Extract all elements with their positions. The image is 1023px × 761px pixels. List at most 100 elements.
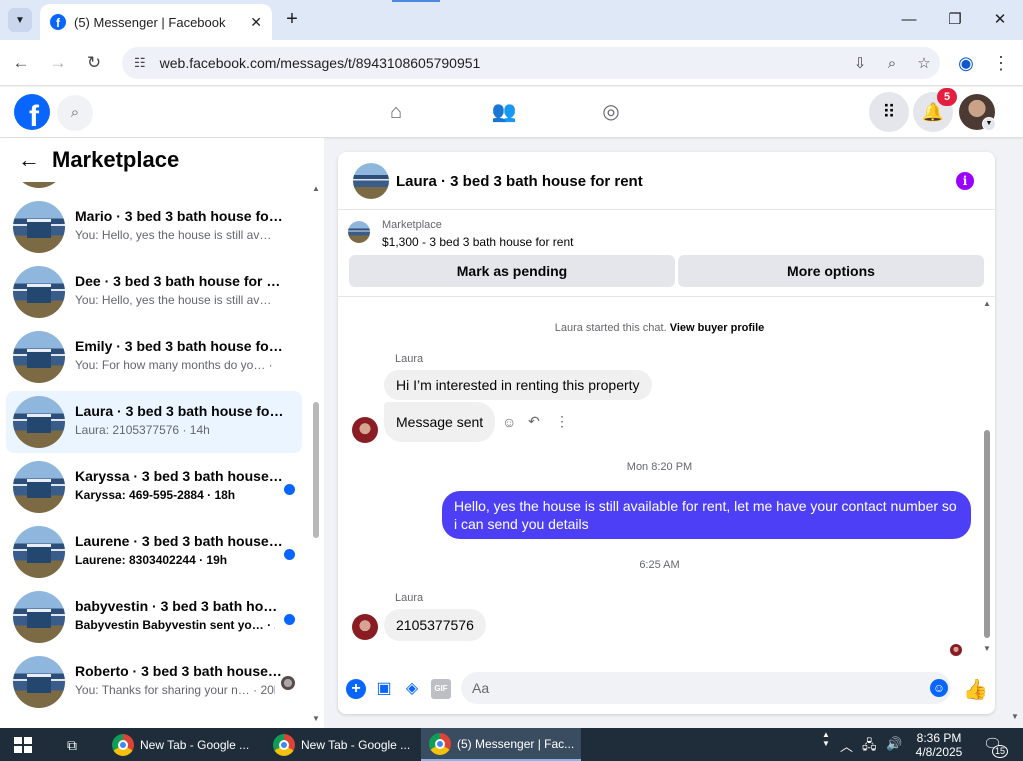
tab-title: (5) Messenger | Facebook: [74, 14, 226, 30]
scroll-down-icon[interactable]: ▼: [983, 644, 991, 653]
forward-icon[interactable]: →: [45, 50, 71, 76]
listing-avatar[interactable]: [353, 163, 389, 199]
chat-scrollbar[interactable]: ▲ ▼: [982, 299, 992, 658]
more-actions-plus-icon[interactable]: +: [346, 679, 366, 699]
conversation-item[interactable]: babyvestin · 3 bed 3 bath house for rent…: [6, 586, 302, 648]
mark-as-pending-button[interactable]: Mark as pending: [349, 255, 675, 287]
view-buyer-profile-link[interactable]: View buyer profile: [670, 322, 765, 334]
conversation-name: babyvestin · 3 bed 3 bath house for rent: [75, 598, 285, 614]
site-info-icon[interactable]: ☷: [134, 55, 146, 71]
preview-text: Laura: 2105377576: [75, 423, 180, 437]
menu-grid-icon[interactable]: ⠿: [869, 92, 909, 132]
page-scroll-down-icon[interactable]: ▼: [1011, 712, 1019, 721]
conversation-list-panel: ← Marketplace Mary · 3 bed 3 bath house …: [0, 138, 324, 728]
browser-toolbar: ← → ↻ ☷ web.facebook.com/messages/t/8943…: [0, 40, 1023, 86]
show-hidden-icons-icon[interactable]: ︿: [840, 736, 853, 755]
incoming-message[interactable]: Message sent: [384, 402, 496, 442]
gif-icon[interactable]: GIF: [431, 679, 451, 699]
windows-start-icon[interactable]: [14, 737, 32, 753]
taskbar-app-label: (5) Messenger | Fac...: [457, 736, 575, 751]
scroll-up-icon[interactable]: ▲: [983, 299, 991, 308]
address-bar[interactable]: ☷ web.facebook.com/messages/t/8943108605…: [122, 47, 940, 79]
listing-thumbnail: [13, 526, 65, 578]
facebook-header: f ⌕ ⌂ 👥 ◎ ⠿ 🔔 5 ▼: [0, 87, 1023, 137]
outgoing-message[interactable]: Hello, yes the house is still available …: [442, 491, 971, 539]
conversation-preview: You: Hello, yes the house is still av… ·…: [75, 228, 275, 242]
more-actions-icon[interactable]: ⋮: [555, 413, 569, 430]
conversation-preview: Laura: 2105377576 · 14h: [75, 423, 275, 437]
listing-thumbnail: [13, 331, 65, 383]
preview-separator: ·: [203, 488, 215, 502]
conversation-item[interactable]: Karyssa · 3 bed 3 bath house for rent Kar…: [6, 456, 302, 518]
conversation-preview: You: Thanks for sharing your n… · 20h: [75, 683, 275, 697]
react-emoji-icon[interactable]: ☺: [502, 414, 516, 430]
taskbar-chrome-window[interactable]: New Tab - Google ...: [104, 728, 262, 761]
new-tab-icon[interactable]: +: [282, 8, 302, 30]
bookmark-star-icon[interactable]: ☆: [908, 54, 940, 72]
sender-avatar[interactable]: [352, 417, 378, 443]
taskbar-chrome-window-active[interactable]: (5) Messenger | Fac...: [421, 728, 581, 761]
listing-price: $1,300 - 3 bed 3 bath house for rent: [382, 235, 574, 249]
taskbar-chrome-window[interactable]: New Tab - Google ...: [265, 728, 417, 761]
more-options-button[interactable]: More options: [678, 255, 984, 287]
reply-icon[interactable]: ↶: [528, 413, 540, 430]
tab-search-dropdown-icon[interactable]: ▼: [8, 8, 32, 32]
message-composer: + ▣ ◈ GIF Aa ☺ 👍: [338, 666, 995, 714]
search-icon[interactable]: ⌕: [57, 95, 93, 131]
conversation-item[interactable]: Laurene · 3 bed 3 bath house for rent Lau…: [6, 521, 302, 583]
scroll-up-icon[interactable]: ▲: [312, 184, 320, 193]
minimize-icon[interactable]: —: [894, 8, 924, 32]
sender-avatar[interactable]: [352, 614, 378, 640]
listing-thumbnail[interactable]: [348, 221, 370, 243]
volume-icon[interactable]: 🔊: [886, 736, 902, 752]
info-icon[interactable]: i: [956, 172, 974, 190]
listing-thumbnail: [13, 266, 65, 318]
scrollbar-thumb[interactable]: [313, 402, 319, 538]
restore-icon[interactable]: ❐: [940, 8, 970, 32]
taskbar-scroll-icon[interactable]: ▲ ▼: [820, 730, 832, 760]
sender-name: Laura: [395, 592, 424, 604]
conversation-name: Laura · 3 bed 3 bath house for rent: [75, 403, 285, 419]
groups-icon[interactable]: ◎: [598, 99, 624, 125]
conversation-item[interactable]: Laura · 3 bed 3 bath house for rent Laura…: [6, 391, 302, 453]
emoji-icon[interactable]: ☺: [930, 679, 948, 697]
back-icon[interactable]: ←: [8, 50, 34, 76]
back-arrow-icon[interactable]: ←: [18, 147, 40, 173]
home-icon[interactable]: ⌂: [383, 99, 409, 125]
preview-separator: ·: [263, 618, 275, 632]
conversation-item[interactable]: Roberto · 3 bed 3 bath house for rent You…: [6, 651, 302, 713]
conversation-time: 14h: [189, 423, 210, 437]
thumbs-up-icon[interactable]: 👍: [963, 677, 988, 702]
conversation-item[interactable]: Mario · 3 bed 3 bath house for rent You: …: [6, 196, 302, 258]
conversation-item[interactable]: Dee · 3 bed 3 bath house for rent You: He…: [6, 261, 302, 323]
chat-started-notice: Laura started this chat. View buyer prof…: [338, 322, 981, 334]
network-icon[interactable]: 🖧: [862, 736, 877, 758]
conversation-item[interactable]: Emily · 3 bed 3 bath house for rent You: …: [6, 326, 302, 388]
reload-icon[interactable]: ↻: [81, 50, 107, 76]
install-app-icon[interactable]: ⇩: [844, 54, 876, 72]
timestamp: 6:25 AM: [639, 559, 680, 571]
browser-menu-icon[interactable]: ⋮: [990, 52, 1012, 74]
facebook-logo-icon[interactable]: f: [14, 94, 50, 130]
scrollbar-thumb[interactable]: [984, 430, 990, 638]
url-text[interactable]: web.facebook.com/messages/t/894310860579…: [160, 55, 844, 71]
scroll-down-icon[interactable]: ▼: [312, 714, 320, 723]
sticker-icon[interactable]: ◈: [402, 679, 422, 699]
conversation-scrollbar[interactable]: ▲ ▼: [312, 184, 320, 723]
message-input[interactable]: Aa: [461, 672, 951, 704]
profile-icon[interactable]: ◉: [955, 52, 977, 74]
conversation-time: 20h: [274, 618, 275, 632]
browser-tab[interactable]: f (5) Messenger | Facebook ✕: [40, 4, 272, 40]
incoming-message[interactable]: Hi I’m interested in renting this proper…: [384, 370, 652, 400]
attach-photo-icon[interactable]: ▣: [374, 679, 394, 699]
chevron-down-icon[interactable]: ▼: [982, 117, 996, 131]
zoom-icon[interactable]: ⌕: [876, 55, 908, 72]
close-window-icon[interactable]: ✕: [985, 8, 1015, 32]
system-clock[interactable]: 8:36 PM 4/8/2025: [908, 731, 970, 759]
task-view-icon[interactable]: ⧉: [62, 736, 82, 754]
friends-icon[interactable]: 👥: [491, 99, 517, 125]
incoming-message[interactable]: 2105377576: [384, 609, 486, 641]
chat-title[interactable]: Laura · 3 bed 3 bath house for rent: [396, 173, 643, 190]
close-tab-icon[interactable]: ✕: [250, 14, 262, 31]
conversation-name: Emily · 3 bed 3 bath house for rent: [75, 338, 285, 354]
